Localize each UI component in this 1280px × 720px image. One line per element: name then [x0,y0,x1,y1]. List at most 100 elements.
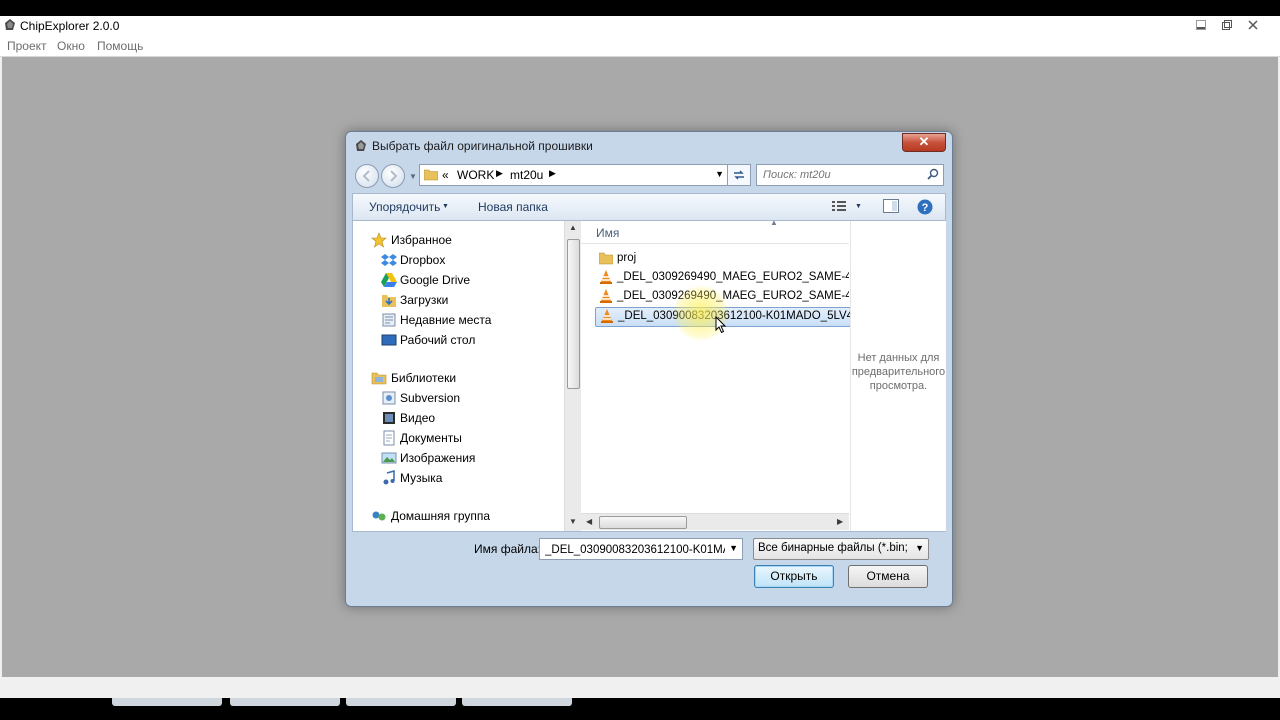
recent-locations-dropdown-icon[interactable]: ▼ [409,172,417,181]
downloads-folder-icon [382,295,396,307]
filetype-select[interactable]: Все бинарные файлы (*.bin;*.e ▼ [753,538,929,560]
back-arrow-icon [362,170,370,182]
preview-empty-message: Нет данных для предварительного просмотр… [851,352,946,392]
preview-pane: Нет данных для предварительного просмотр… [850,221,946,531]
svg-text:?: ? [922,202,929,214]
vlc-file-icon [601,309,613,323]
libraries-icon [371,372,387,385]
scrollbar-thumb[interactable] [567,239,580,389]
title-bar: ChipExplorer 2.0.0 [0,16,1280,36]
filetype-dropdown-icon[interactable]: ▼ [915,543,924,553]
folder-icon [424,169,438,181]
search-box[interactable] [756,164,944,186]
nav-google-drive[interactable]: Google Drive [353,271,553,289]
nav-favorites[interactable]: Избранное [353,231,553,249]
address-bar[interactable]: « WORK ▶ mt20u ▶ ▼ [419,164,751,186]
forward-arrow-icon [390,170,398,182]
vlc-file-icon [600,270,612,284]
breadcrumb-mt20u[interactable]: mt20u [510,168,543,182]
organize-button[interactable]: Упорядочить [369,200,440,214]
taskbar [0,698,1280,720]
vlc-file-icon [600,289,612,303]
folder-icon [599,252,613,265]
menu-window[interactable]: Окно [57,39,85,53]
organize-dropdown-icon[interactable]: ▼ [442,203,449,210]
app-icon [356,140,366,151]
list-item-file[interactable]: _DEL_0309269490_MAEG_EURO2_SAME-4G64_P [595,269,849,287]
taskbar-button[interactable] [346,698,456,706]
scroll-down-icon[interactable]: ▼ [569,517,577,526]
screen-top-border [0,0,1280,16]
scrollbar-thumb[interactable] [599,516,687,529]
filename-dropdown-icon[interactable]: ▼ [729,543,738,553]
nav-homegroup[interactable]: Домашняя группа [353,507,553,525]
app-title: ChipExplorer 2.0.0 [20,19,120,33]
taskbar-button[interactable] [230,698,340,706]
filename-label: Имя файла: [474,542,541,556]
refresh-button[interactable] [727,164,751,186]
filename-combobox[interactable]: ▼ [539,538,743,560]
file-list: Имя ▲ proj _DEL_0309269490_MAEG_EURO2_SA… [581,218,851,531]
command-toolbar: Упорядочить ▼ Новая папка ▼ ? [352,193,946,221]
recent-places-icon [382,313,396,327]
filename-input[interactable] [543,541,727,559]
scroll-left-icon[interactable]: ◀ [586,517,592,526]
cancel-button[interactable]: Отмена [848,565,928,588]
breadcrumb-work[interactable]: WORK [457,168,494,182]
file-list-horizontal-scrollbar[interactable]: ◀ ▶ [581,513,849,530]
mouse-cursor-icon [715,316,727,334]
filetype-value: Все бинарные файлы (*.bin;*.e [758,542,908,554]
nav-desktop[interactable]: Рабочий стол [353,331,553,349]
forward-button[interactable] [381,164,405,188]
dialog-title: Выбрать файл оригинальной прошивки [372,139,593,153]
back-button[interactable] [355,164,379,188]
dropbox-icon [381,254,397,266]
scroll-right-icon[interactable]: ▶ [837,517,843,526]
list-item-folder-proj[interactable]: proj [595,250,849,268]
nav-videos[interactable]: Видео [353,409,553,427]
refresh-icon [734,170,744,180]
close-icon[interactable] [1242,17,1264,33]
documents-library-icon [383,430,395,446]
nav-subversion[interactable]: Subversion [353,389,553,407]
desktop-icon [381,334,397,346]
column-header-name[interactable]: Имя ▲ [581,218,849,244]
navigation-pane: Избранное Dropbox Google Drive Загрузки … [353,221,563,531]
nav-pictures[interactable]: Изображения [353,449,553,467]
menu-project[interactable]: Проект [7,39,47,53]
nav-music[interactable]: Музыка [353,469,553,487]
navigation-scrollbar[interactable]: ▲ ▼ [564,221,581,531]
dialog-close-button[interactable]: ✕ [902,133,946,152]
view-dropdown-icon[interactable]: ▼ [855,203,862,210]
dialog-body: Избранное Dropbox Google Drive Загрузки … [352,218,946,532]
open-button[interactable]: Открыть [754,565,834,588]
subversion-library-icon [382,391,396,405]
taskbar-button[interactable] [112,698,222,706]
menu-help[interactable]: Помощь [97,39,143,53]
view-options-icon[interactable] [832,200,846,212]
nav-documents[interactable]: Документы [353,429,553,447]
address-history-dropdown-icon[interactable]: ▼ [715,169,724,179]
address-overflow-icon[interactable]: « [442,168,449,182]
preview-pane-icon[interactable] [883,199,899,213]
search-icon[interactable] [927,168,939,180]
nav-recent-places[interactable]: Недавние места [353,311,553,329]
video-library-icon [383,412,395,424]
homegroup-icon [372,511,386,521]
help-icon[interactable]: ? [917,199,933,215]
taskbar-button[interactable] [462,698,572,706]
breadcrumb-separator-icon[interactable]: ▶ [549,168,556,179]
minimize-icon[interactable] [1190,17,1212,33]
chipexplorer-window: ChipExplorer 2.0.0 Проект Окно Помощь Вы… [0,0,1280,720]
restore-icon[interactable] [1216,17,1238,33]
new-folder-button[interactable]: Новая папка [478,200,548,214]
search-input[interactable] [761,167,925,183]
nav-dropbox[interactable]: Dropbox [353,251,553,269]
scroll-up-icon[interactable]: ▲ [569,223,577,232]
google-drive-icon [381,273,397,287]
nav-downloads[interactable]: Загрузки [353,291,553,309]
sort-ascending-icon: ▲ [770,218,778,227]
breadcrumb-separator-icon[interactable]: ▶ [496,168,503,179]
open-file-dialog: Выбрать файл оригинальной прошивки ✕ ▼ «… [345,131,953,607]
nav-libraries[interactable]: Библиотеки [353,369,553,387]
